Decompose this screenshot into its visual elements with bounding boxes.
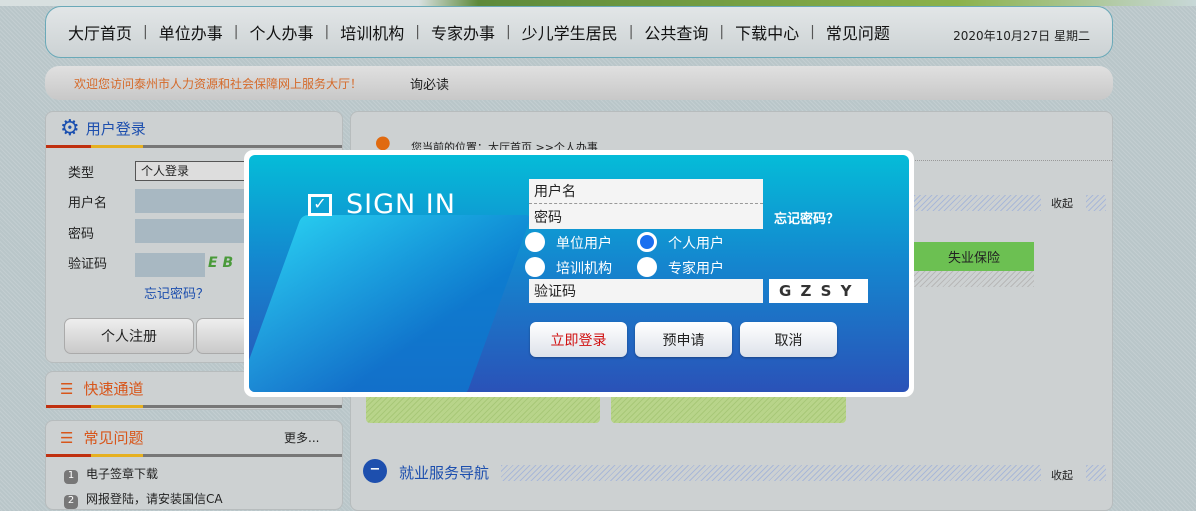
- section-hatch: [501, 465, 1041, 481]
- nav-item[interactable]: 个人办事: [249, 20, 313, 44]
- list-icon: ☰: [60, 379, 74, 398]
- modal-password-input[interactable]: 密码: [529, 204, 763, 229]
- faq-text: 网报登陆，请安装国信CA: [86, 492, 223, 506]
- login-header: ⚙ 用户登录: [46, 112, 342, 148]
- nav-separator: |: [233, 24, 239, 40]
- faq-title: 常见问题: [83, 429, 144, 447]
- cancel-button[interactable]: 取消: [740, 322, 837, 357]
- modal-forgot-password-link[interactable]: 忘记密码？: [774, 208, 839, 227]
- sign-in-dialog: ✓ SIGN IN 用户名 密码 忘记密码？ 单位用户 个人用户 培训机构 专家…: [244, 150, 914, 397]
- modal-captcha-input[interactable]: 验证码: [529, 279, 763, 303]
- nav-separator: |: [810, 24, 815, 40]
- collapse-button[interactable]: 收起: [1051, 467, 1073, 483]
- username-label: 用户名: [68, 196, 108, 211]
- radio-label: 专家用户: [668, 261, 724, 277]
- nav-item[interactable]: 大厅首页: [68, 20, 132, 44]
- notice-bar: 欢迎您访问泰州市人力资源和社会保障网上服务大厅！ 询必读: [45, 66, 1113, 100]
- nav-item[interactable]: 单位办事: [159, 20, 223, 44]
- faq-number: 2: [64, 495, 78, 509]
- quick-title: 快速通道: [83, 380, 144, 398]
- sign-in-title: SIGN IN: [346, 189, 456, 220]
- nav-separator: |: [415, 24, 420, 40]
- sign-in-heading: ✓ SIGN IN: [308, 189, 456, 220]
- radio-unit-user[interactable]: [525, 232, 545, 252]
- section-title: 就业服务导航: [399, 464, 490, 482]
- nav-item[interactable]: 专家办事: [431, 20, 495, 44]
- main-nav: 大厅首页 | 单位办事 | 个人办事 | 培训机构 | 专家办事 | 少儿学生居民 | 公共查询 | 下载中…: [45, 6, 1113, 58]
- login-now-button[interactable]: 立即登录: [530, 322, 627, 357]
- nav-item[interactable]: 培训机构: [340, 20, 404, 44]
- faq-header: ☰ 常见问题 更多...: [46, 421, 342, 457]
- faq-item[interactable]: 1 电子签章下载: [64, 465, 158, 484]
- nav-separator: |: [505, 24, 511, 40]
- service-card[interactable]: [366, 395, 600, 423]
- type-label: 类型: [68, 166, 95, 181]
- section-hatch: [1086, 465, 1106, 481]
- section-hatch: [911, 195, 1041, 211]
- captcha-label: 验证码: [68, 257, 108, 272]
- radio-label: 培训机构: [556, 261, 612, 277]
- unemployment-insurance-tile[interactable]: 失业保险: [914, 242, 1034, 271]
- nav-item[interactable]: 少儿学生居民: [522, 20, 618, 44]
- password-label: 密码: [68, 227, 95, 242]
- nav-separator: |: [719, 24, 725, 40]
- service-card[interactable]: [611, 395, 846, 423]
- nav-item[interactable]: 公共查询: [644, 20, 708, 44]
- faq-panel: ☰ 常见问题 更多... 1 电子签章下载 2 网报登陆，请安装国信CA: [45, 420, 343, 510]
- faq-item[interactable]: 2 网报登陆，请安装国信CA: [64, 490, 223, 509]
- gear-icon: ⚙: [60, 116, 80, 141]
- nav-separator: |: [324, 24, 330, 40]
- puzzle-graphic: [249, 215, 532, 392]
- radio-training-org[interactable]: [525, 257, 545, 277]
- welcome-text: 欢迎您访问泰州市人力资源和社会保障网上服务大厅！: [74, 76, 363, 91]
- modal-captcha-image[interactable]: G Z S Y: [769, 279, 868, 303]
- radio-label: 单位用户: [556, 236, 612, 252]
- current-date: 2020年10月27日 星期二: [953, 29, 1090, 43]
- read-link[interactable]: 询必读: [410, 74, 449, 93]
- register-button[interactable]: 个人注册: [64, 318, 194, 354]
- pre-apply-button[interactable]: 预申请: [635, 322, 732, 357]
- collapse-button[interactable]: 收起: [1051, 195, 1073, 211]
- nav-separator: |: [143, 24, 148, 40]
- nav-separator: |: [628, 24, 634, 40]
- radio-personal-user[interactable]: [637, 232, 657, 252]
- captcha-input[interactable]: [135, 253, 205, 277]
- login-title: 用户登录: [85, 120, 146, 138]
- section-hatch: [1086, 195, 1106, 211]
- tile-shadow: [914, 271, 1034, 287]
- forgot-password-link[interactable]: 忘记密码？: [144, 283, 209, 302]
- list-icon: ☰: [60, 428, 74, 447]
- nav-item[interactable]: 常见问题: [826, 20, 890, 44]
- faq-text: 电子签章下载: [86, 467, 159, 481]
- nav-item[interactable]: 下载中心: [735, 20, 799, 44]
- minus-circle-icon[interactable]: −: [363, 459, 387, 483]
- checkbox-icon: ✓: [308, 193, 332, 216]
- faq-number: 1: [64, 470, 78, 484]
- faq-more-link[interactable]: 更多...: [284, 429, 319, 446]
- captcha-image[interactable]: E B: [208, 255, 233, 271]
- radio-expert-user[interactable]: [637, 257, 657, 277]
- modal-username-input[interactable]: 用户名: [529, 179, 763, 204]
- radio-label: 个人用户: [668, 236, 724, 252]
